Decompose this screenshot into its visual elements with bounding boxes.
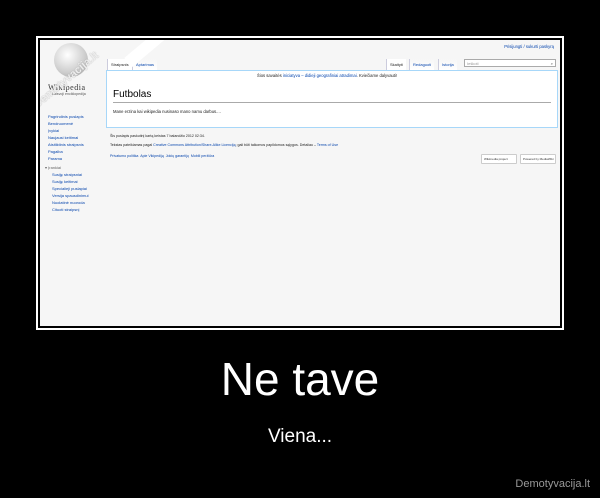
notice-link[interactable]: iniciatyva – didieji geografiniai atradi… bbox=[283, 73, 357, 78]
footer-links: Privatumo politika Apie Vikipediją Jokių… bbox=[110, 154, 214, 158]
sidebar-item[interactable]: Atsitiktinis straipsnis bbox=[48, 142, 84, 147]
sidebar-item[interactable]: Įvykiai bbox=[48, 128, 59, 133]
terms-link[interactable]: Terms of Use bbox=[317, 143, 338, 147]
poster-frame: Wikipedia Laisvoji enciklopedija Prisiju… bbox=[36, 36, 564, 330]
sidebar-item[interactable]: Pagalba bbox=[48, 149, 63, 154]
footer-link[interactable]: Privatumo politika bbox=[110, 154, 138, 158]
page-title: Futbolas bbox=[113, 89, 152, 100]
footer-modified: Šis puslapis paskutinį kartą keistas 7 b… bbox=[110, 134, 205, 138]
article-body: Mane erzina kai wikipedia nusinaso mano … bbox=[113, 109, 221, 114]
tools-heading-label: Įrankiai bbox=[48, 165, 62, 170]
tools-heading[interactable]: ▾ Įrankiai bbox=[45, 165, 61, 170]
poster-title: Ne tave bbox=[220, 353, 380, 405]
tools-item[interactable]: Susiję straipsniai bbox=[52, 172, 82, 177]
wikimedia-badge-label: Wikimedia project bbox=[484, 157, 508, 161]
search-icon[interactable]: ⌕ bbox=[551, 61, 553, 66]
license-link[interactable]: Creative Commons Attribution/Share-Alike… bbox=[153, 143, 235, 147]
title-divider bbox=[113, 102, 551, 103]
wikipedia-screenshot: Wikipedia Laisvoji enciklopedija Prisiju… bbox=[40, 40, 560, 326]
notice-prefix: Šios savaitės bbox=[257, 73, 282, 78]
content-area: Šios savaitės iniciatyva – didieji geogr… bbox=[106, 70, 558, 128]
search-input[interactable]: Ieškoti ⌕ bbox=[464, 59, 556, 67]
sidebar-item[interactable]: Parama bbox=[48, 156, 62, 161]
tools-item[interactable]: Specialieji puslapiai bbox=[52, 186, 87, 191]
tab-history[interactable]: Istorija bbox=[438, 59, 457, 70]
tools-item[interactable]: Cituoti straipsnį bbox=[52, 207, 79, 212]
login-link[interactable]: Prisijungti / sukurti paskyrą bbox=[504, 44, 554, 49]
sidebar-item[interactable]: Bendruomenė bbox=[48, 121, 73, 126]
poster-subtitle: Viena... bbox=[267, 426, 333, 447]
search-placeholder: Ieškoti bbox=[467, 61, 479, 66]
sidebar-item[interactable]: Naujausi keitimai bbox=[48, 135, 78, 140]
notice-suffix: . Kviečiame dalyvauti! bbox=[356, 73, 398, 78]
footer-link[interactable]: Jokių garantijų bbox=[166, 154, 189, 158]
tools-item[interactable]: Versija spausdinimui bbox=[52, 193, 88, 198]
tools-item[interactable]: Susiję keitimai bbox=[52, 179, 78, 184]
wikimedia-badge[interactable]: Wikimedia project bbox=[481, 154, 517, 164]
sidebar-item[interactable]: Pagrindinis puslapis bbox=[48, 114, 84, 119]
mediawiki-badge-label: Powered by MediaWiki bbox=[523, 157, 554, 161]
tools-item[interactable]: Nuolatinė nuoroda bbox=[52, 200, 85, 205]
footer-link[interactable]: Mobili peržiūra bbox=[191, 154, 214, 158]
tab-read[interactable]: Skaityti bbox=[386, 59, 406, 70]
license-suffix: ; gali būti taikomos papildomos sąlygos.… bbox=[235, 143, 316, 147]
site-notice: Šios savaitės iniciatyva – didieji geogr… bbox=[257, 73, 397, 78]
footer-license: Tekstas pateikiamas pagal Creative Commo… bbox=[110, 143, 338, 147]
tab-edit[interactable]: Redaguoti bbox=[409, 59, 435, 70]
license-prefix: Tekstas pateikiamas pagal bbox=[110, 143, 153, 147]
footer-link[interactable]: Apie Vikipediją bbox=[140, 154, 164, 158]
mediawiki-badge[interactable]: Powered by MediaWiki bbox=[520, 154, 556, 164]
site-watermark: Demotyvacija.lt bbox=[515, 478, 590, 490]
